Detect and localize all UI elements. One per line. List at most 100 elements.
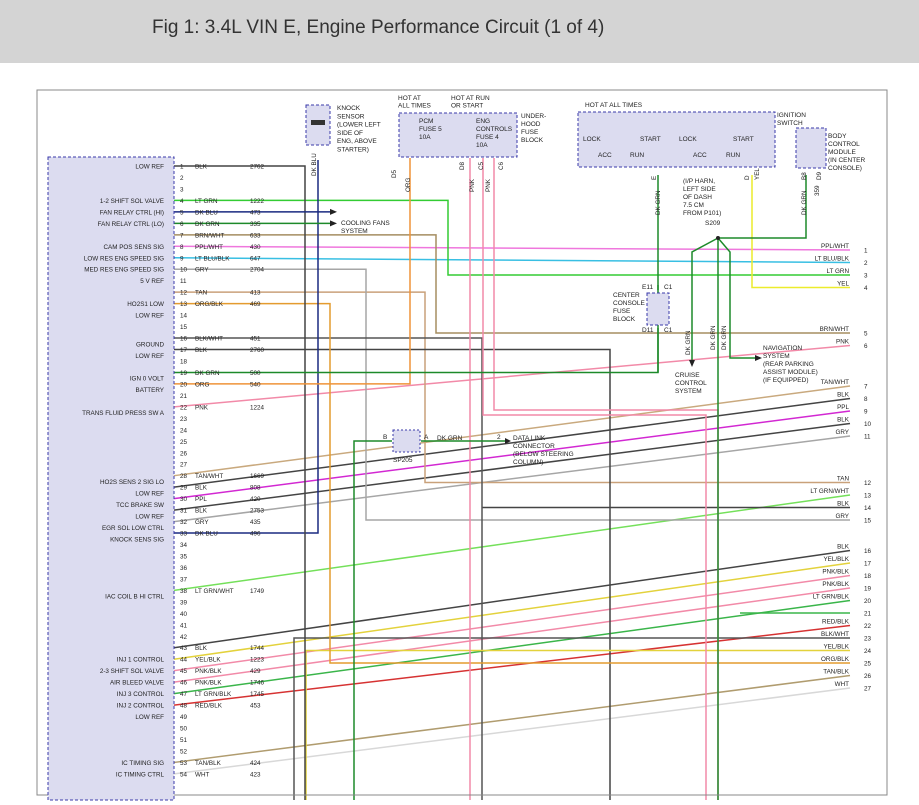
arrow-icon (755, 355, 762, 361)
right-terminal-label: YEL (837, 281, 849, 288)
right-terminal-label: RED/BLK (822, 619, 850, 626)
pin-wire-color: DK GRN (195, 221, 220, 228)
wires (173, 158, 851, 800)
pcm-signal-label: 5 V REF (140, 278, 164, 285)
vertical-wire-label: DK GRN (685, 330, 692, 355)
wire-yel-blk (305, 649, 850, 800)
right-terminal-label: PPL (837, 404, 849, 411)
pin-circuit-number: 808 (250, 485, 261, 492)
wire-lt-blu-blk (173, 257, 851, 264)
bcm-label: CONSOLE) (828, 165, 862, 172)
pin-number: 48 (180, 703, 188, 710)
pin-circuit-number: 500 (250, 370, 261, 377)
pin-number: 51 (180, 737, 188, 744)
eng-fuse-label: 10A (476, 142, 488, 149)
right-terminal-label: TAN (837, 476, 850, 483)
right-terminal-number: 19 (864, 586, 872, 593)
pin-number: 15 (180, 324, 188, 331)
navigation-label: (IF EQUIPPED) (763, 377, 809, 384)
right-terminal-label: PNK/BLK (822, 581, 849, 588)
wire-pnk (173, 344, 851, 408)
arrow-icon (689, 360, 695, 367)
wire-pnk-blk (173, 587, 851, 683)
knock-sensor-label: KNOCK (337, 105, 361, 112)
right-terminal-number: 25 (864, 661, 872, 668)
vertical-wire-label: B8 (801, 172, 808, 180)
pcm-signal-label: IGN 0 VOLT (130, 376, 164, 383)
pcm-signal-label: LOW REF (135, 164, 164, 171)
console-fuse-box (646, 292, 670, 326)
splice-dot (716, 236, 720, 240)
pcm-signal-label: IC TIMING CTRL (116, 771, 165, 778)
wire-pnk (493, 158, 719, 800)
underhood-fuse-label: BLOCK (521, 137, 544, 144)
navigation-label: (REAR PARKING (763, 361, 814, 368)
hot-at-all-times-label: HOT AT ALL TIMES (585, 102, 643, 109)
right-terminal-number: 2 (864, 260, 868, 267)
console-fuse-label: FUSE (613, 308, 631, 315)
vertical-wire-label: DK GRN (655, 190, 662, 215)
pin-number: 18 (180, 358, 188, 365)
knock-sensor-label: SENSOR (337, 113, 365, 120)
underhood-fuse-label: UNDER- (521, 113, 546, 120)
ignition-position-label: START (733, 136, 754, 143)
vertical-wire-label: 359 (814, 185, 821, 196)
pin-wire-color: DK BLU (195, 531, 218, 538)
pin-wire-color: ORG (195, 381, 209, 388)
pin-number: 11 (180, 278, 187, 285)
pin-number: 26 (180, 450, 188, 457)
pcm-signal-label: KNOCK SENS SIG (110, 536, 164, 543)
underhood-fuse-block (398, 112, 518, 158)
title-bar: Fig 1: 3.4L VIN E, Engine Performance Ci… (0, 0, 919, 63)
pcm-signal-label: FAN RELAY CTRL (HI) (100, 209, 164, 216)
pin-wire-color: BLK (195, 164, 208, 171)
pin-circuit-number: 435 (250, 519, 261, 526)
console-pin-label: C1 (664, 284, 673, 291)
right-terminal-label: BLK (837, 544, 850, 551)
pin-wire-color: TAN/WHT (195, 473, 223, 480)
pin-circuit-number: 335 (250, 221, 261, 228)
pin-number: 17 (180, 347, 188, 354)
pin-number: 25 (180, 439, 188, 446)
wire-blk (174, 348, 611, 800)
pin-number: 42 (180, 634, 188, 641)
pin-number: 2 (180, 175, 184, 182)
pin-number: 8 (180, 244, 184, 251)
pin-wire-color: BLK (195, 347, 208, 354)
pin-number: 46 (180, 680, 188, 687)
ignition-position-label: RUN (630, 152, 644, 159)
ignition-position-label: START (640, 136, 661, 143)
right-terminal-number: 16 (864, 548, 872, 555)
pin-circuit-number: 540 (250, 381, 261, 388)
pin-circuit-number: 1749 (250, 588, 265, 595)
pin-number: 35 (180, 553, 188, 560)
pcm-signal-label: LOW REF (135, 353, 164, 360)
vertical-wire-label: E (651, 176, 658, 180)
right-terminal-label: GRY (835, 429, 849, 436)
pcm-signal-label: 2-3 SHIFT SOL VALVE (100, 668, 164, 675)
vertical-wire-label: C6 (498, 161, 505, 170)
pin-wire-color: LT BLU/BLK (195, 255, 230, 262)
vertical-wire-label: C5 (478, 161, 485, 170)
right-terminal-number: 8 (864, 396, 868, 403)
pin-circuit-number: 429 (250, 668, 261, 675)
cruise-control-label: CONTROL (675, 380, 707, 387)
right-terminal-number: 17 (864, 561, 872, 568)
pin-number: 37 (180, 576, 188, 583)
vertical-wire-label: D (744, 175, 751, 180)
pin-number: 5 (180, 209, 184, 216)
vertical-wire-label: D9 (816, 171, 823, 180)
pin-circuit-number: 1222 (250, 198, 265, 205)
pin-number: 29 (180, 485, 188, 492)
wire-ppl (173, 410, 851, 500)
pin-wire-color: PNK/BLK (195, 680, 222, 687)
pin-circuit-number: 451 (250, 336, 261, 343)
harness-location-label: 7.5 CM (683, 202, 704, 209)
vertical-wire-label: D8 (459, 161, 466, 170)
right-terminal-label: BLK/WHT (821, 631, 849, 638)
wire-wht (173, 687, 851, 775)
data-link-connector-label: DATA LINK (513, 435, 546, 442)
pin-wire-color: TAN (195, 290, 208, 297)
pcm-signal-label: LOW REF (135, 313, 164, 320)
right-terminal-label: ORG/BLK (821, 656, 850, 663)
